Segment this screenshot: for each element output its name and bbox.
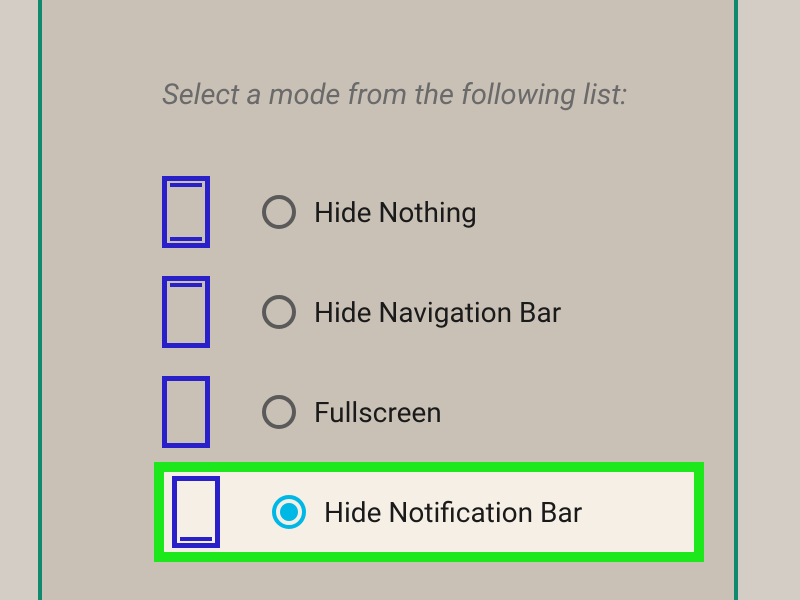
instruction-text: Select a mode from the following list: [162, 78, 734, 112]
nav-bar-icon [170, 237, 202, 241]
option-hide-navigation-bar[interactable]: Hide Navigation Bar [162, 262, 694, 362]
device-icon [162, 176, 210, 248]
radio-button[interactable] [262, 295, 296, 329]
radio-button[interactable] [262, 195, 296, 229]
option-hide-nothing[interactable]: Hide Nothing [162, 162, 694, 262]
option-fullscreen[interactable]: Fullscreen [162, 362, 694, 462]
settings-panel: Select a mode from the following list: H… [38, 0, 738, 600]
status-bar-icon [170, 183, 202, 187]
radio-button[interactable] [262, 395, 296, 429]
radio-button[interactable] [272, 495, 306, 529]
nav-bar-icon [180, 537, 212, 541]
option-label: Hide Navigation Bar [314, 296, 561, 329]
status-bar-icon [170, 283, 202, 287]
option-label: Fullscreen [314, 396, 442, 429]
device-icon [162, 276, 210, 348]
device-icon [162, 376, 210, 448]
option-label: Hide Notification Bar [324, 496, 582, 529]
option-hide-notification-bar[interactable]: Hide Notification Bar [154, 462, 704, 562]
option-label: Hide Nothing [314, 196, 477, 229]
device-icon [172, 476, 220, 548]
